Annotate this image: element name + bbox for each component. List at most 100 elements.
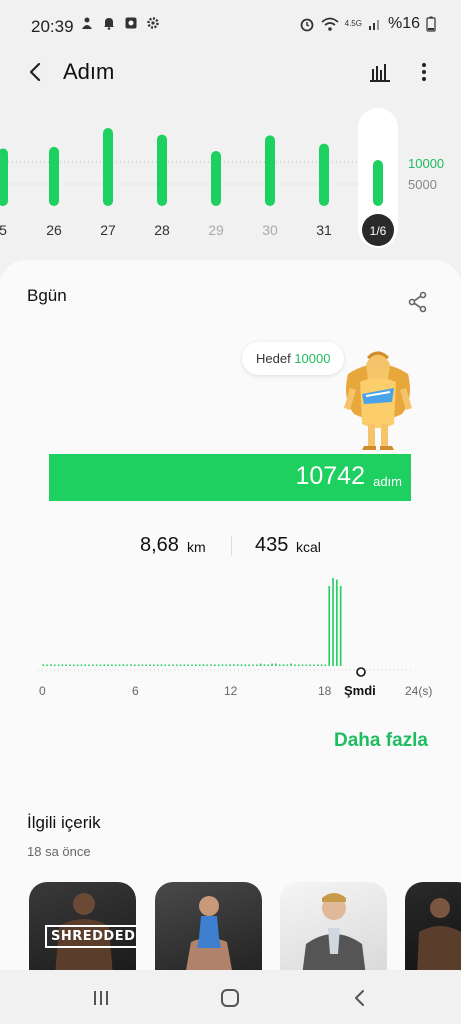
hourly-bar <box>103 664 106 666</box>
day-label[interactable]: 26 <box>46 222 62 238</box>
fitness-notification-icon <box>82 17 92 29</box>
day-label[interactable]: 28 <box>154 222 170 238</box>
card-title: Bgün <box>27 286 67 305</box>
hourly-bar <box>221 664 224 666</box>
page-title: Adım <box>63 59 115 84</box>
hourly-bar <box>267 664 270 666</box>
hour-label-24: 24(s) <box>405 684 433 698</box>
hourly-bar <box>259 663 262 666</box>
status-time: 20:39 <box>31 17 74 36</box>
recent-apps-icon[interactable] <box>92 990 110 1006</box>
hourly-bar <box>111 664 113 666</box>
day-label[interactable]: 31 <box>316 222 332 238</box>
distance-value: 8,68 <box>140 534 179 556</box>
hourly-bar <box>50 664 52 666</box>
hourly-bar <box>324 664 327 666</box>
hourly-bar <box>42 664 45 666</box>
hourly-bar <box>61 664 64 666</box>
now-label: Şmdi <box>344 683 376 698</box>
related-thumbnail-2[interactable] <box>155 882 262 974</box>
settings-gear-icon <box>147 17 159 29</box>
today-card: Bgün Hedef 10000 10742 adım 8,68 km 435 … <box>0 260 461 974</box>
day-label[interactable]: 1/6 <box>370 224 387 238</box>
trends-chart-icon[interactable] <box>368 60 392 84</box>
hourly-bar <box>233 664 235 666</box>
related-content-title: İlgili içerik <box>27 813 101 832</box>
related-thumbnail-4[interactable] <box>405 882 461 974</box>
hourly-bar <box>297 664 300 666</box>
day-label[interactable]: 30 <box>262 222 278 238</box>
day-bar[interactable] <box>0 148 8 206</box>
hourly-bar <box>336 579 338 666</box>
home-icon[interactable] <box>220 988 240 1008</box>
battery-icon <box>426 16 436 32</box>
stats-divider <box>231 536 232 556</box>
athlete-image-2 <box>417 898 461 974</box>
goal-reference-10000: 10000 <box>408 156 445 171</box>
day-label[interactable]: 5 <box>0 222 7 238</box>
now-marker <box>356 667 366 677</box>
mascot-celebration-icon <box>344 351 412 450</box>
hourly-bar <box>290 663 292 666</box>
hourly-bar <box>286 664 289 666</box>
day-bar[interactable] <box>157 134 167 206</box>
more-details-link[interactable]: Daha fazla <box>334 730 428 752</box>
day-bar[interactable] <box>103 128 113 206</box>
daily-bars-chart[interactable]: 5 26 27 28 29 30 31 1/6 <box>0 100 461 250</box>
back-arrow-icon[interactable] <box>22 56 50 88</box>
related-thumbnail-1[interactable]: SHREDDED <box>29 882 136 974</box>
hourly-bar <box>187 664 189 666</box>
related-thumbnail-3[interactable] <box>280 882 387 974</box>
hourly-bar <box>149 664 151 666</box>
hourly-bar <box>294 664 296 666</box>
goal-value: 10000 <box>294 351 331 366</box>
hourly-bar <box>80 664 83 666</box>
hourly-steps-chart <box>38 578 412 677</box>
status-system-icons: 4.5G %16 <box>299 15 436 33</box>
hourly-bar <box>278 664 281 666</box>
hourly-bar <box>69 664 71 666</box>
thumbnail-caption: SHREDDED <box>45 925 136 948</box>
hourly-bar <box>134 664 136 666</box>
nav-back-icon[interactable] <box>352 988 366 1008</box>
more-options-icon[interactable] <box>418 60 430 84</box>
hourly-bar <box>206 664 209 666</box>
day-bar[interactable] <box>211 150 221 206</box>
hour-label-18: 18 <box>318 684 332 698</box>
hourly-bar <box>236 664 239 666</box>
man-portrait-image <box>302 893 366 974</box>
hourly-bar <box>141 664 144 666</box>
status-bar: 20:39 4.5G %16 <box>0 0 461 52</box>
hourly-bar <box>153 664 155 666</box>
day-bar[interactable] <box>265 135 275 206</box>
day-bar[interactable] <box>319 143 329 206</box>
daily-steps-strip[interactable]: 5 26 27 28 29 30 31 1/6 10000 5000 <box>0 100 461 250</box>
hourly-bar <box>332 578 334 666</box>
day-bar[interactable] <box>49 146 59 206</box>
hourly-bar <box>328 586 331 666</box>
day-label[interactable]: 27 <box>100 222 116 238</box>
share-icon[interactable] <box>406 290 430 314</box>
hourly-bar <box>271 663 273 666</box>
hourly-bar <box>225 664 228 666</box>
hourly-bar <box>183 664 186 666</box>
hourly-bar <box>114 664 117 666</box>
day-bar[interactable] <box>373 160 383 206</box>
hourly-bar <box>126 664 128 666</box>
bell-icon <box>104 18 114 30</box>
day-label[interactable]: 29 <box>208 222 224 238</box>
hourly-bar <box>191 664 193 666</box>
calories-unit: kcal <box>296 539 321 555</box>
signal-icon <box>368 20 379 30</box>
hourly-bar <box>320 664 323 666</box>
hourly-bar <box>65 664 67 666</box>
hourly-bar <box>214 664 216 666</box>
hourly-bar <box>198 664 201 666</box>
hourly-bar <box>275 663 277 666</box>
hour-label-6: 6 <box>132 684 139 698</box>
hourly-bar <box>53 664 56 666</box>
network-type-label: 4.5G <box>344 19 362 28</box>
hourly-bar <box>252 664 254 666</box>
hourly-bar <box>313 664 315 666</box>
hourly-bar <box>210 664 212 666</box>
